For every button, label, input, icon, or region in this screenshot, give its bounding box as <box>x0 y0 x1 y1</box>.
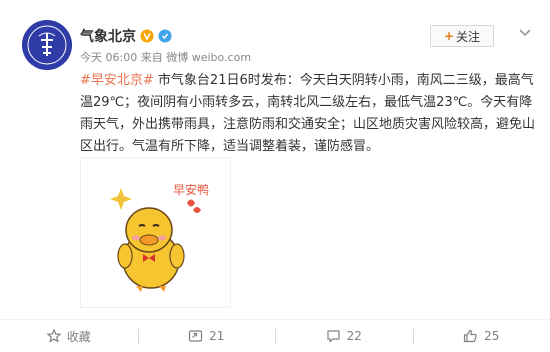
repost-icon <box>189 330 203 342</box>
star-icon <box>46 329 61 343</box>
follow-label: 关注 <box>456 29 481 44</box>
post-image[interactable]: 早安鸭 <box>80 157 231 308</box>
thumbs-up-icon <box>464 329 477 343</box>
repost-count: 21 <box>209 329 225 343</box>
action-bar: 收藏 21 22 25 <box>0 319 550 352</box>
username[interactable]: 气象北京 <box>80 26 136 46</box>
post-time[interactable]: 今天 06:00 <box>80 49 137 65</box>
like-button[interactable]: 25 <box>412 320 550 352</box>
weibo-post-card: 气象北京 + 关注 今天 06:00 来自 微博 weibo.com #早安北京… <box>0 0 550 352</box>
avatar[interactable] <box>22 20 72 70</box>
chevron-down-icon[interactable] <box>519 28 531 38</box>
topic-link[interactable]: #早安北京# <box>80 73 154 88</box>
plus-icon: + <box>443 29 455 43</box>
favorite-label: 收藏 <box>66 329 91 344</box>
source-prefix: 来自 <box>140 51 163 64</box>
repost-button[interactable]: 21 <box>137 320 276 352</box>
follow-button[interactable]: + 关注 <box>430 25 494 47</box>
post-source[interactable]: 微博 weibo.com <box>166 49 251 65</box>
image-lettering: 早安鸭 <box>173 182 209 197</box>
post-text: #早安北京# 市气象台21日6时发布：今天白天阴转小雨，南风二三级，最高气温29… <box>80 70 536 158</box>
member-badge-icon <box>158 29 172 43</box>
verified-icon <box>140 29 154 43</box>
post-meta: 今天 06:00 来自 微博 weibo.com <box>80 49 251 65</box>
like-count: 25 <box>484 329 500 343</box>
comment-count: 22 <box>346 329 362 343</box>
comment-icon <box>327 330 340 343</box>
user-name-row: 气象北京 <box>80 26 172 46</box>
comment-button[interactable]: 22 <box>275 320 413 352</box>
favorite-button[interactable]: 收藏 <box>0 320 138 352</box>
